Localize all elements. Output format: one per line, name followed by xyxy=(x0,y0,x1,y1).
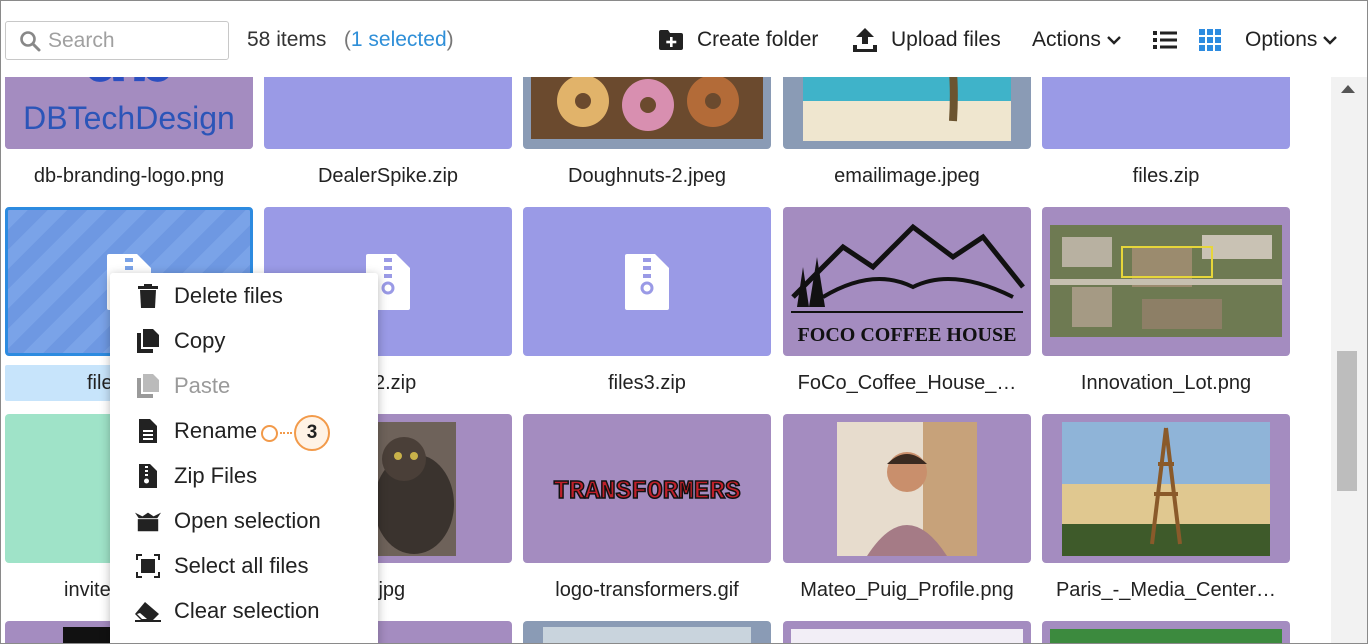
transformers-logo-text: TRANSFORMERS xyxy=(553,476,740,506)
file-name[interactable]: Paris_-_Media_Center… xyxy=(1042,579,1290,602)
file-tile-partial[interactable] xyxy=(783,621,1031,643)
scroll-thumb[interactable] xyxy=(1337,351,1357,491)
aerial-map-thumbnail xyxy=(1050,225,1282,337)
file-name[interactable]: logo-transformers.gif xyxy=(523,579,771,602)
search-icon xyxy=(20,31,41,52)
options-label: Options xyxy=(1245,28,1318,51)
file-name[interactable]: db-branding-logo.png xyxy=(5,165,253,188)
step-marker-badge: 3 xyxy=(294,415,330,451)
eraser-icon xyxy=(135,598,161,624)
search-input[interactable] xyxy=(48,26,224,56)
upload-files-label: Upload files xyxy=(891,28,1001,51)
zip-file-icon xyxy=(625,253,669,310)
eiffel-tower-photo-thumbnail xyxy=(1062,422,1270,556)
list-view-button[interactable] xyxy=(1153,23,1177,57)
file-tile-paris[interactable] xyxy=(1042,414,1290,563)
upload-files-button[interactable]: Upload files xyxy=(853,23,1001,57)
file-name[interactable]: emailimage.jpeg xyxy=(783,165,1031,188)
open-box-icon xyxy=(135,508,161,534)
foco-logo-text: FOCO COFFEE HOUSE xyxy=(798,324,1017,346)
step-marker-connector xyxy=(280,432,292,434)
profile-photo-thumbnail xyxy=(837,422,977,556)
file-name[interactable]: FoCo_Coffee_House_… xyxy=(783,372,1031,395)
file-name[interactable]: DealerSpike.zip xyxy=(264,165,512,188)
menu-item-label: Paste xyxy=(174,373,231,398)
select-all-icon xyxy=(135,553,161,579)
vertical-scrollbar[interactable] xyxy=(1331,77,1367,643)
menu-item-label: Select all files xyxy=(174,553,309,578)
document-icon xyxy=(135,418,161,444)
file-name[interactable]: Innovation_Lot.png xyxy=(1042,372,1290,395)
selected-count-link[interactable]: 1 selected xyxy=(351,28,447,51)
menu-item-copy[interactable]: Copy xyxy=(110,319,378,363)
context-menu: Delete files Copy Paste Rename Zip Files xyxy=(110,273,378,643)
options-dropdown[interactable]: Options xyxy=(1245,23,1338,57)
file-name[interactable]: files3.zip xyxy=(523,372,771,395)
list-view-icon xyxy=(1153,31,1177,49)
file-tile-files3[interactable] xyxy=(523,207,771,356)
file-tile-mateo-profile[interactable] xyxy=(783,414,1031,563)
file-tile-partial[interactable] xyxy=(1042,621,1290,643)
toolbar: 58 items (1 selected) Create folder Uplo… xyxy=(1,1,1367,77)
create-folder-button[interactable]: Create folder xyxy=(659,23,818,57)
file-tile-partial[interactable] xyxy=(523,621,771,643)
grid-view-button[interactable] xyxy=(1199,23,1221,57)
file-manager-window: db DBTechDesign db-branding-logo.png Dea… xyxy=(0,0,1368,644)
file-name[interactable]: Mateo_Puig_Profile.png xyxy=(783,579,1031,602)
menu-item-zip-files[interactable]: Zip Files xyxy=(110,454,378,498)
chevron-down-icon xyxy=(1107,36,1121,45)
menu-item-label: Zip Files xyxy=(174,463,258,488)
search-box[interactable] xyxy=(5,21,229,60)
paste-icon xyxy=(135,373,161,399)
menu-item-select-all-files[interactable]: Select all files xyxy=(110,544,378,588)
menu-item-open-selection[interactable]: Open selection xyxy=(110,499,378,543)
menu-item-label: Copy xyxy=(174,328,226,353)
chevron-down-icon xyxy=(1323,36,1338,45)
folder-plus-icon xyxy=(659,30,683,50)
step-marker-ring xyxy=(261,425,278,442)
scroll-up-arrow-icon[interactable] xyxy=(1341,85,1355,93)
copy-icon xyxy=(135,328,161,354)
menu-item-clear-selection[interactable]: Clear selection xyxy=(110,589,378,633)
menu-item-label: Open selection xyxy=(174,508,321,533)
actions-label: Actions xyxy=(1032,28,1101,51)
items-count-text: 58 items xyxy=(247,28,327,51)
db-logo-text: DBTechDesign xyxy=(23,100,235,136)
transformers-logo-thumbnail: TRANSFORMERS xyxy=(553,475,742,507)
menu-item-paste[interactable]: Paste xyxy=(110,364,378,408)
menu-item-label: Delete files xyxy=(174,283,283,308)
file-tile-innovation-lot[interactable] xyxy=(1042,207,1290,356)
file-name[interactable]: files.zip xyxy=(1042,165,1290,188)
menu-item-label: Clear selection xyxy=(174,598,320,623)
step-marker: 3 xyxy=(261,415,333,451)
item-count: 58 items (1 selected) xyxy=(247,28,454,52)
create-folder-label: Create folder xyxy=(697,28,819,51)
file-tile-logo-transformers[interactable]: TRANSFORMERS xyxy=(523,414,771,563)
trash-icon xyxy=(135,283,161,309)
file-tile-foco-coffee[interactable]: FOCO COFFEE HOUSE xyxy=(783,207,1031,356)
menu-item-rename[interactable]: Rename xyxy=(110,409,378,453)
zip-file-icon xyxy=(135,463,161,489)
foco-coffee-logo-thumbnail: FOCO COFFEE HOUSE xyxy=(791,223,1025,346)
paren-open: ( xyxy=(343,28,351,51)
grid-view-icon xyxy=(1199,29,1221,51)
actions-dropdown[interactable]: Actions xyxy=(1032,23,1121,57)
menu-item-label: Rename xyxy=(174,418,258,443)
paren-close: ) xyxy=(446,28,454,51)
upload-icon xyxy=(853,28,877,52)
menu-item-delete-files[interactable]: Delete files xyxy=(110,274,378,318)
file-name[interactable]: Doughnuts-2.jpeg xyxy=(523,165,771,188)
